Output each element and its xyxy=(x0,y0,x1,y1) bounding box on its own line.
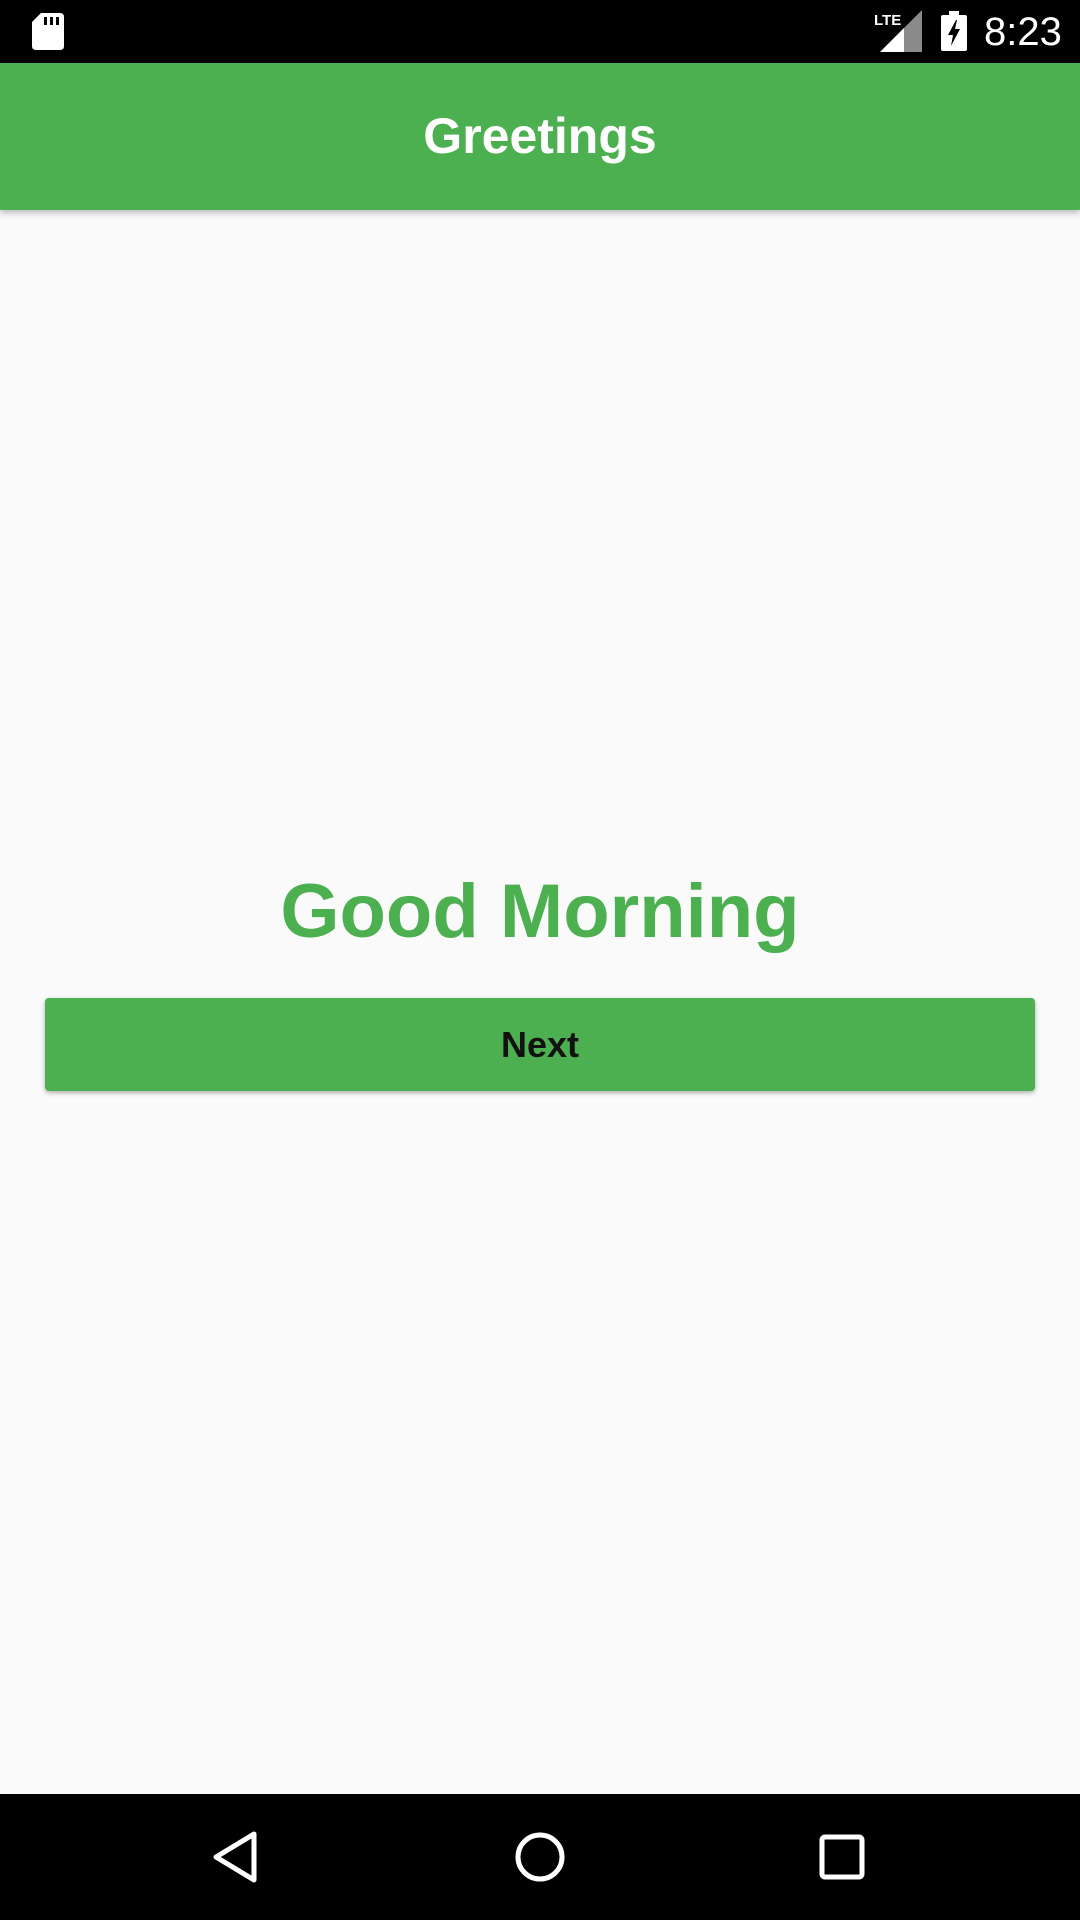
app-bar: Greetings xyxy=(0,63,1080,210)
screen: LTE 8:23 Greetings Good Morning Next xyxy=(0,0,1080,1920)
navigation-bar xyxy=(0,1794,1080,1920)
lte-label: LTE xyxy=(874,12,901,29)
app-title: Greetings xyxy=(423,108,657,164)
sd-card-icon xyxy=(32,13,64,50)
status-time: 8:23 xyxy=(984,10,1062,54)
home-icon[interactable] xyxy=(510,1826,570,1888)
greeting-text: Good Morning xyxy=(280,869,800,954)
next-button[interactable]: Next xyxy=(45,998,1035,1091)
battery-charging-icon xyxy=(941,11,967,51)
recents-icon[interactable] xyxy=(812,1826,872,1888)
status-bar: LTE 8:23 xyxy=(0,0,1080,63)
lte-signal-icon: LTE xyxy=(874,10,922,52)
back-icon[interactable] xyxy=(206,1826,266,1888)
